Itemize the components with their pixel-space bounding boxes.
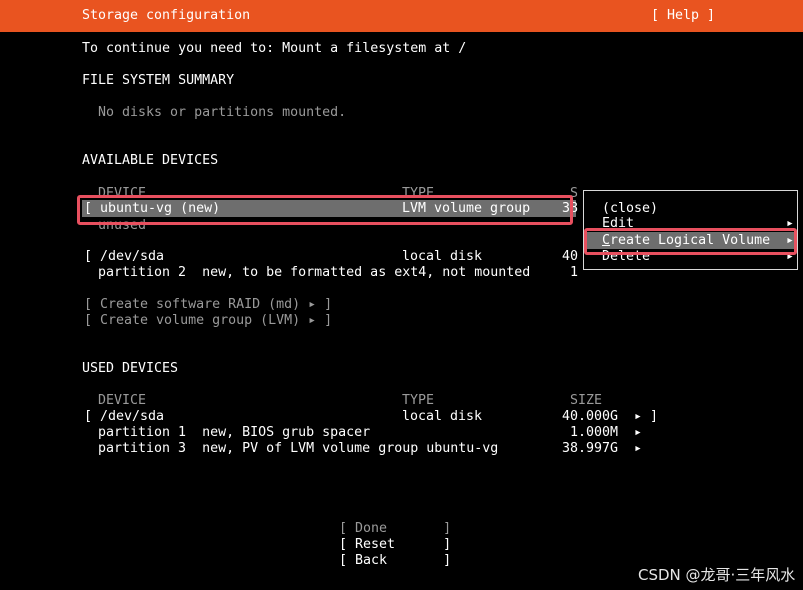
used-sda-name[interactable]: [ /dev/sda [84,409,164,425]
used-col-size: SIZE [570,393,603,408]
menu-close[interactable]: (close) [602,201,658,217]
help-button[interactable]: [ Help ] [651,8,715,24]
annotation-box-vg-row [77,195,573,225]
used-partition-3[interactable]: partition 3 new, PV of LVM volume group … [98,441,498,457]
header-bar: Storage configuration [ Help ] [0,0,803,32]
used-col-device: DEVICE [98,393,147,408]
back-button[interactable]: [ Back ] [339,553,451,569]
watermark-text: CSDN @龙哥·三年风水 [638,566,796,584]
available-sda-name[interactable]: [ /dev/sda [84,249,164,265]
used-partition-1-size: 1.000M [570,425,619,440]
used-partition-1[interactable]: partition 1 new, BIOS grub spacer [98,425,370,441]
used-col-type: TYPE [402,393,435,408]
available-devices-heading: AVAILABLE DEVICES [82,153,219,168]
annotation-box-create-lv [584,228,797,255]
used-sda-size: 40.000G [562,409,619,424]
used-sda-action-icon[interactable]: ▸ ] [634,409,658,425]
create-vg-button[interactable]: [ Create volume group (LVM) ▸ ] [84,313,332,329]
available-partition-2-size: 1 [570,265,579,280]
reset-button[interactable]: [ Reset ] [339,537,451,553]
instruction-text: To continue you need to: Mount a filesys… [82,41,467,56]
done-button[interactable]: [ Done ] [339,521,451,537]
available-sda-size: 40 [562,249,579,264]
summary-heading: FILE SYSTEM SUMMARY [82,73,235,88]
used-partition-3-arrow-icon[interactable]: ▸ [634,441,642,457]
create-raid-button[interactable]: [ Create software RAID (md) ▸ ] [84,297,332,313]
used-devices-heading: USED DEVICES [82,361,179,376]
used-partition-3-size: 38.997G [562,441,619,456]
used-partition-1-arrow-icon[interactable]: ▸ [634,425,642,441]
summary-empty-text: No disks or partitions mounted. [98,105,347,120]
page-title: Storage configuration [82,8,251,23]
available-partition-2[interactable]: partition 2 new, to be formatted as ext4… [98,265,530,281]
used-sda-type: local disk [402,409,483,424]
available-sda-type: local disk [402,249,483,264]
